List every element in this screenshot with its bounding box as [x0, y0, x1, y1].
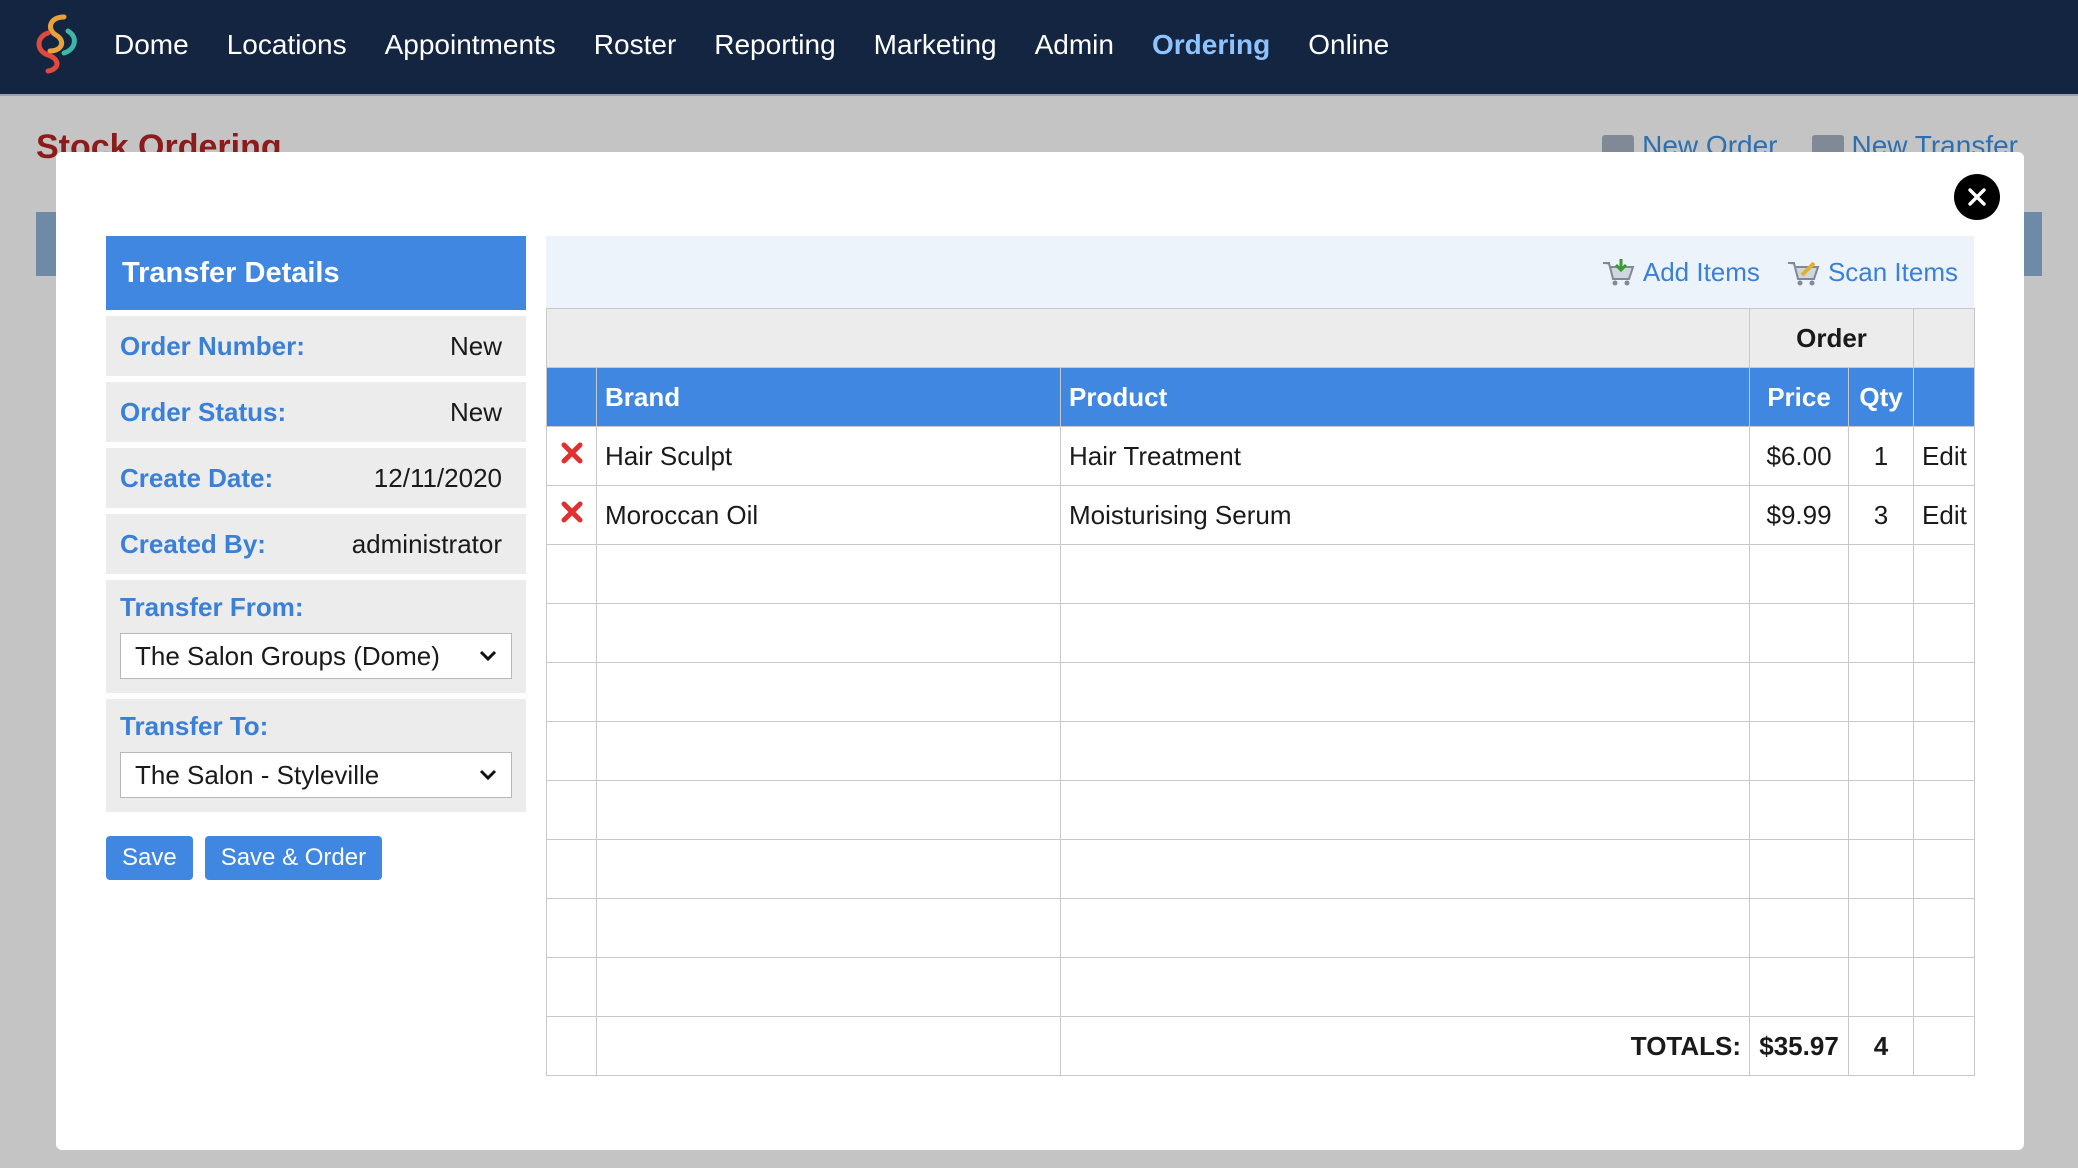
row-price: $9.99 — [1749, 485, 1850, 545]
create-date-value: 12/11/2020 — [373, 462, 502, 493]
save-and-order-button[interactable]: Save & Order — [204, 836, 383, 880]
chevron-down-icon — [479, 769, 497, 781]
order-number-label: Order Number: — [120, 330, 305, 361]
edit-row-link[interactable]: Edit — [1913, 426, 1976, 486]
row-product: Hair Treatment — [1059, 426, 1751, 486]
header-delete — [546, 367, 597, 427]
order-status-field: Order Status: New — [106, 382, 526, 442]
total-price: $35.97 — [1749, 1016, 1850, 1076]
delete-icon — [561, 442, 582, 463]
header-product: Product — [1059, 367, 1751, 427]
header-price: Price — [1749, 367, 1850, 427]
total-qty: 4 — [1848, 1016, 1915, 1076]
nav-item-marketing[interactable]: Marketing — [874, 29, 997, 61]
created-by-label: Created By: — [120, 528, 266, 559]
empty-row — [546, 839, 1976, 899]
cart-scan-icon — [1787, 261, 1820, 286]
app-logo-icon[interactable] — [28, 11, 82, 75]
created-by-field: Created By: administrator — [106, 514, 526, 574]
main-nav: Dome Locations Appointments Roster Repor… — [114, 0, 1427, 90]
order-status-label: Order Status: — [120, 396, 287, 427]
nav-item-ordering[interactable]: Ordering — [1152, 29, 1270, 61]
nav-item-dome[interactable]: Dome — [114, 29, 189, 61]
empty-row — [546, 780, 1976, 840]
empty-row — [546, 898, 1976, 958]
transfer-to-select[interactable]: The Salon - Styleville — [120, 752, 512, 798]
empty-row — [546, 957, 1976, 1017]
row-brand: Hair Sculpt — [596, 426, 1061, 486]
nav-item-roster[interactable]: Roster — [594, 29, 676, 61]
header-brand: Brand — [596, 367, 1061, 427]
order-status-value: New — [449, 396, 502, 427]
empty-row — [546, 544, 1976, 604]
totals-row: TOTALS: $35.97 4 — [546, 1016, 1976, 1076]
table-header: Brand Product Price Qty — [546, 367, 1976, 427]
cart-add-icon — [1602, 259, 1635, 286]
table-group-header: Order — [545, 308, 1976, 368]
save-button[interactable]: Save — [106, 836, 193, 880]
transfer-modal: Transfer Details Order Number: New Order… — [56, 152, 2024, 1150]
group-header-blank — [545, 308, 1751, 368]
totals-label: TOTALS: — [1059, 1016, 1751, 1076]
top-nav-bar: Dome Locations Appointments Roster Repor… — [0, 0, 2078, 96]
table-row: Moroccan Oil Moisturising Serum $9.99 3 … — [546, 485, 1976, 545]
created-by-value: administrator — [351, 528, 502, 559]
order-number-value: New — [449, 330, 502, 361]
create-date-field: Create Date: 12/11/2020 — [106, 448, 526, 508]
items-table: Order Brand Product Price Qty Hair Sculp… — [545, 308, 1976, 1076]
row-price: $6.00 — [1749, 426, 1850, 486]
transfer-to-value: The Salon - Styleville — [135, 759, 380, 790]
add-items-link[interactable]: Add Items — [1601, 257, 1760, 288]
header-qty: Qty — [1848, 367, 1915, 427]
create-date-label: Create Date: — [120, 462, 274, 493]
scan-items-link[interactable]: Scan Items — [1786, 257, 1958, 288]
empty-row — [546, 603, 1976, 663]
group-header-action — [1913, 308, 1976, 368]
table-row: Hair Sculpt Hair Treatment $6.00 1 Edit — [546, 426, 1976, 486]
delete-row-button[interactable] — [546, 426, 597, 486]
nav-item-online[interactable]: Online — [1308, 29, 1389, 61]
header-action — [1913, 367, 1976, 427]
order-group-header: Order — [1749, 308, 1915, 368]
transfer-details-header: Transfer Details — [106, 236, 526, 310]
chevron-down-icon — [479, 650, 497, 662]
add-items-label: Add Items — [1642, 256, 1760, 287]
transfer-to-label: Transfer To: — [120, 711, 269, 741]
row-qty: 3 — [1848, 485, 1915, 545]
nav-item-appointments[interactable]: Appointments — [385, 29, 556, 61]
transfer-details-panel: Transfer Details Order Number: New Order… — [106, 236, 526, 880]
nav-item-admin[interactable]: Admin — [1035, 29, 1114, 61]
close-icon — [1968, 188, 1986, 206]
nav-item-reporting[interactable]: Reporting — [714, 29, 835, 61]
items-panel: Add Items Scan Items Order Brand Product… — [545, 236, 1976, 1076]
items-toolbar: Add Items Scan Items — [546, 236, 1974, 308]
empty-row — [546, 721, 1976, 781]
scan-items-label: Scan Items — [1827, 256, 1958, 287]
row-product: Moisturising Serum — [1059, 485, 1751, 545]
close-button[interactable] — [1954, 174, 2000, 220]
form-buttons: Save Save & Order — [106, 836, 526, 880]
row-brand: Moroccan Oil — [596, 485, 1061, 545]
transfer-to-field: Transfer To: The Salon - Styleville — [106, 699, 526, 812]
delete-icon — [561, 501, 582, 522]
edit-row-link[interactable]: Edit — [1913, 485, 1976, 545]
nav-item-locations[interactable]: Locations — [227, 29, 347, 61]
empty-row — [546, 662, 1976, 722]
transfer-from-field: Transfer From: The Salon Groups (Dome) — [106, 580, 526, 693]
row-qty: 1 — [1848, 426, 1915, 486]
order-number-field: Order Number: New — [106, 316, 526, 376]
transfer-from-value: The Salon Groups (Dome) — [135, 640, 440, 671]
delete-row-button[interactable] — [546, 485, 597, 545]
transfer-from-label: Transfer From: — [120, 592, 304, 622]
transfer-from-select[interactable]: The Salon Groups (Dome) — [120, 633, 512, 679]
